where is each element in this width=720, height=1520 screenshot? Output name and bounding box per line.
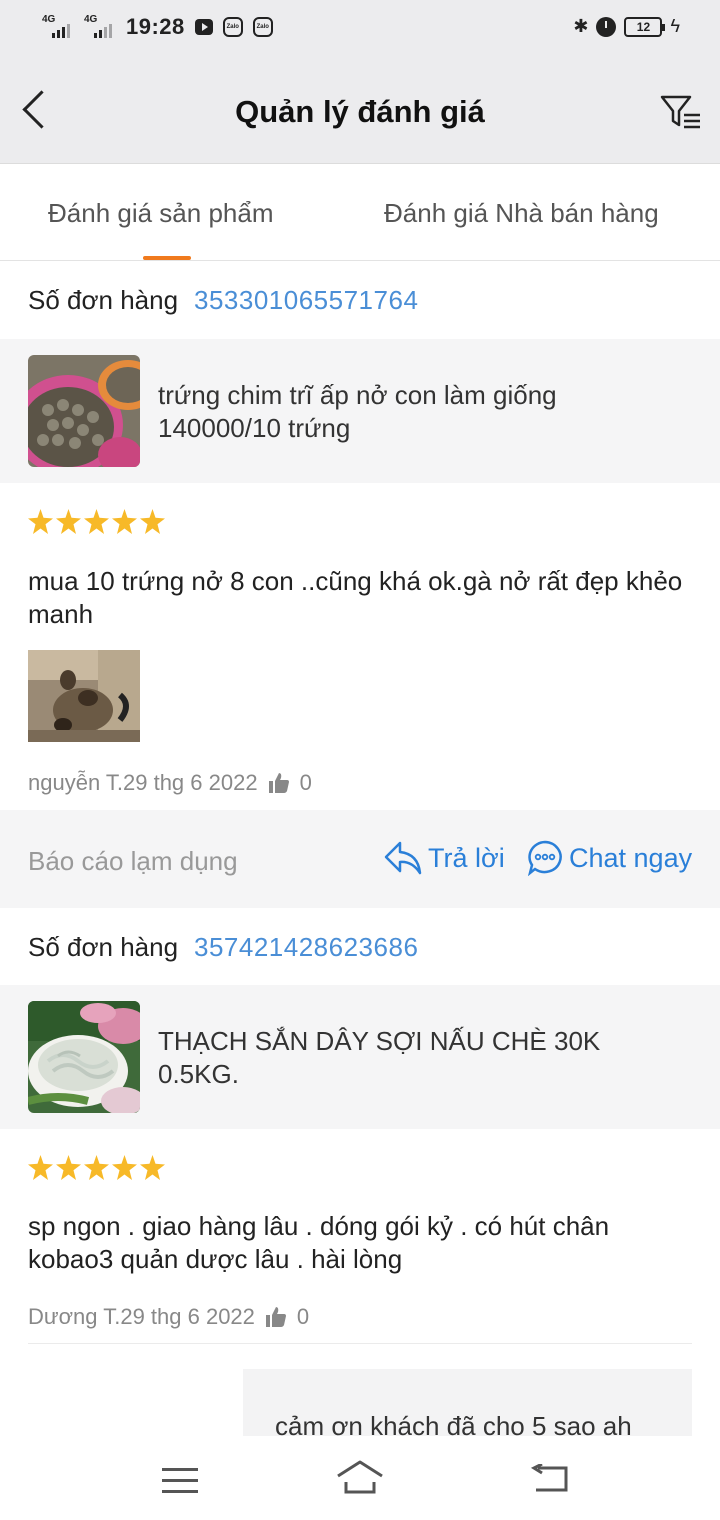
review-text: sp ngon . giao hàng lâu . dóng gói kỷ . … [28, 1211, 610, 1274]
reply-button[interactable]: Trả lời [384, 840, 505, 876]
order-label: Số đơn hàng [28, 285, 179, 315]
reviewer-date: Dương T.29 thg 6 2022 [28, 1304, 255, 1329]
product-thumbnail[interactable] [28, 355, 140, 467]
reply-label: Trả lời [428, 842, 505, 873]
zalo-notification-icon: Zalo [222, 17, 243, 37]
order-row: Số đơn hàng 353301065571764 [0, 261, 720, 339]
youtube-notification-icon [194, 19, 213, 35]
seller-reply-box: cảm ơn khách đã cho 5 sao ah [243, 1369, 692, 1441]
order-number[interactable]: 353301065571764 [194, 285, 418, 316]
active-tab-indicator [143, 256, 191, 260]
product-row[interactable]: trứng chim trĩ ấp nở con làm giống 14000… [0, 339, 720, 483]
home-button[interactable] [336, 1458, 384, 1498]
filter-button[interactable] [660, 94, 702, 130]
order-label: Số đơn hàng [28, 932, 179, 962]
home-icon [337, 1460, 383, 1494]
report-abuse-button[interactable]: Báo cáo lạm dụng [28, 846, 238, 877]
product-row[interactable]: THẠCH SẮN DÂY SỢI NẤU CHÈ 30K 0.5KG. [0, 985, 720, 1129]
star-rating [28, 1155, 165, 1180]
signal-icon: 4G [42, 14, 74, 40]
battery-icon: 12 [624, 16, 666, 37]
star-icon [84, 509, 109, 534]
review-text: mua 10 trứng nở 8 con ..cũng khá ok.gà n… [28, 566, 683, 629]
product-name: trứng chim trĩ ấp nở con làm giống 14000… [158, 380, 557, 443]
star-icon [112, 1155, 137, 1180]
system-navigation-bar [0, 1436, 720, 1520]
tab-bar: Đánh giá sản phẩm Đánh giá Nhà bán hàng [0, 164, 720, 261]
app-header: Quản lý đánh giá [0, 58, 720, 164]
thumbs-up-icon[interactable] [268, 772, 290, 794]
status-time: 19:28 [126, 14, 185, 39]
star-icon [56, 1155, 81, 1180]
product-name: THẠCH SẮN DÂY SỢI NẤU CHÈ 30K 0.5KG. [158, 1026, 601, 1089]
star-icon [28, 1155, 53, 1180]
review-actions: Báo cáo lạm dụng Trả lời Chat ngay [0, 810, 720, 908]
divider [28, 1343, 692, 1344]
like-count: 0 [299, 770, 312, 795]
star-icon [28, 509, 53, 534]
system-back-button[interactable] [530, 1462, 568, 1494]
review-photo[interactable] [28, 650, 140, 742]
order-number[interactable]: 357421428623686 [194, 932, 418, 963]
chat-bubble-icon [527, 840, 562, 876]
tab-seller-reviews[interactable]: Đánh giá Nhà bán hàng [384, 198, 659, 229]
recent-apps-button[interactable] [162, 1468, 198, 1493]
page-title: Quản lý đánh giá [235, 94, 485, 129]
alarm-icon [596, 16, 617, 37]
status-bar: 4G 4G 19:28 Zalo Zalo ✱ 12 ϟ [0, 0, 720, 58]
star-icon [84, 1155, 109, 1180]
chat-now-button[interactable]: Chat ngay [527, 840, 692, 876]
battery-level: 12 [636, 19, 651, 34]
thumbs-up-icon[interactable] [265, 1306, 287, 1328]
back-arrow-icon [530, 1462, 568, 1492]
zalo-notification-icon-2: Zalo [252, 17, 273, 37]
review-meta: nguyễn T.29 thg 6 2022 0 [28, 770, 312, 796]
star-icon [140, 509, 165, 534]
star-rating [28, 509, 165, 534]
bluetooth-icon: ✱ [573, 16, 589, 36]
filter-icon [660, 95, 700, 129]
star-icon [112, 509, 137, 534]
signal-icon-2: 4G [84, 14, 116, 40]
review-meta: Dương T.29 thg 6 2022 0 [28, 1304, 309, 1330]
star-icon [140, 1155, 165, 1180]
charging-icon: ϟ [670, 16, 680, 36]
reviewer-date: nguyễn T.29 thg 6 2022 [28, 770, 258, 795]
tab-product-reviews[interactable]: Đánh giá sản phẩm [48, 198, 273, 229]
chat-label: Chat ngay [569, 842, 693, 873]
order-row: Số đơn hàng 357421428623686 [0, 908, 720, 986]
star-icon [56, 509, 81, 534]
reply-icon [384, 841, 422, 875]
product-thumbnail[interactable] [28, 1001, 140, 1113]
like-count: 0 [296, 1304, 310, 1329]
